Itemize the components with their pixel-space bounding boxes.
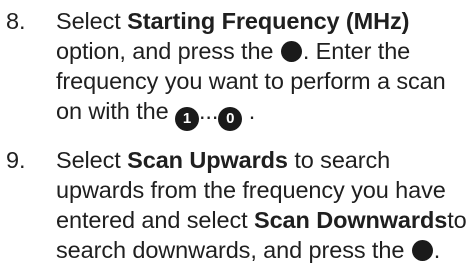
- number-key-0-icon: 0: [218, 107, 243, 131]
- step-text: option, and press the: [56, 38, 280, 64]
- option-name: Starting Frequency (MHz): [127, 8, 410, 34]
- step-8: 8. Select Starting Frequency (MHz) option…: [0, 6, 473, 131]
- step-text: Select: [56, 147, 128, 173]
- step-text: Select: [56, 8, 128, 34]
- step-text: .: [242, 98, 256, 124]
- step-number: 8.: [6, 8, 26, 34]
- option-name: Scan Upwards: [127, 147, 288, 173]
- instruction-steps: 8. Select Starting Frequency (MHz) option…: [0, 6, 473, 265]
- step-9: 9. Select Scan Upwards to search upwards …: [0, 145, 473, 265]
- step-number: 9.: [6, 147, 26, 173]
- option-name: Scan Downwards: [254, 207, 448, 233]
- ok-button-icon: [411, 240, 433, 261]
- step-text: .: [433, 237, 441, 263]
- ellipsis: ...: [199, 98, 219, 124]
- number-key-1-icon: 1: [175, 107, 199, 131]
- ok-button-icon: [280, 41, 302, 62]
